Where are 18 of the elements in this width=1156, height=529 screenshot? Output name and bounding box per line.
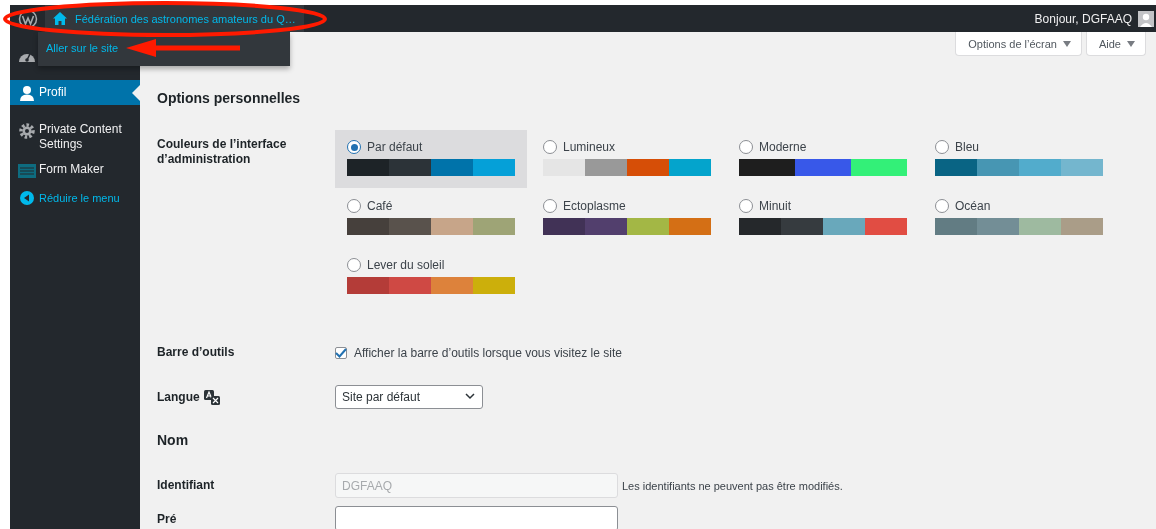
option-label: Ectoplasme <box>563 199 626 213</box>
field-label: Pré <box>157 512 178 527</box>
option-label: Océan <box>955 199 991 213</box>
option-label: Café <box>367 199 393 213</box>
field-label: Barre d’outils <box>157 345 236 360</box>
section-title: Nom <box>157 431 190 449</box>
option-label: Minuit <box>759 199 791 213</box>
field-note: Les identifiants ne peuvent pas être modifiés. <box>622 479 843 492</box>
checkbox-label: Afficher la barre d’outils lorsque vous visitez le site <box>354 345 622 360</box>
section-title: Options personnelles <box>157 89 302 107</box>
field-label: Identifiant <box>157 478 216 493</box>
field-label: Couleurs de l’interface d’administration <box>157 137 288 167</box>
option-label: Par défaut <box>367 140 423 154</box>
option-label: Lumineux <box>563 140 616 154</box>
option-label: Moderne <box>759 140 807 154</box>
field-label: Langue <box>157 389 200 405</box>
option-label: Lever du soleil <box>367 258 445 272</box>
option-label: Bleu <box>955 140 980 154</box>
